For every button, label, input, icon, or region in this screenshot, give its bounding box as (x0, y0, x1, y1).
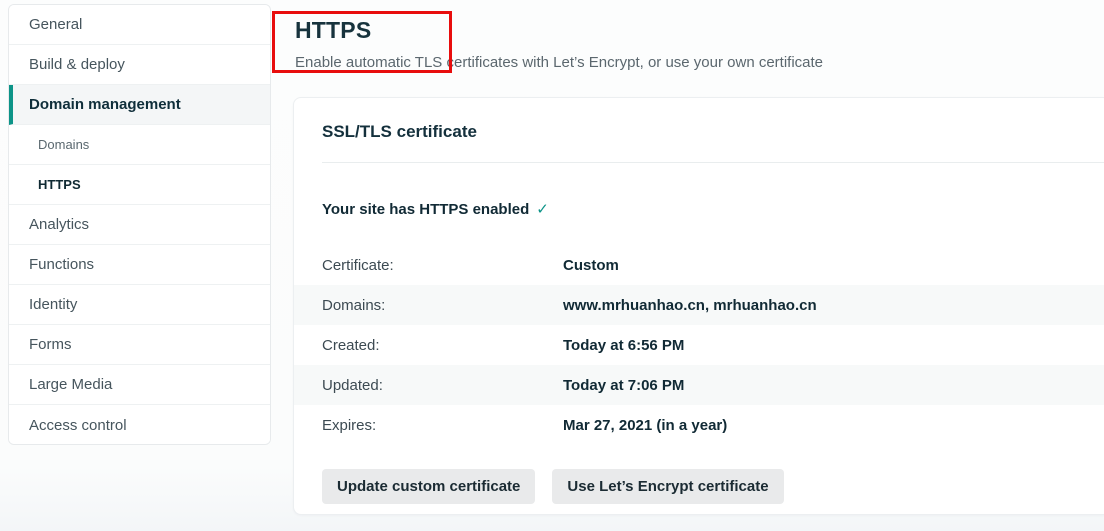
sidebar-item-domains[interactable]: Domains (9, 125, 270, 165)
sidebar-item-build-and-deploy[interactable]: Build & deploy (9, 45, 270, 85)
sidebar-item-analytics[interactable]: Analytics (9, 205, 270, 245)
settings-sidebar: General Build & deploy Domain management… (8, 4, 271, 445)
card-title: SSL/TLS certificate (322, 122, 1082, 142)
sidebar-item-identity[interactable]: Identity (9, 285, 270, 325)
sidebar-item-access-control[interactable]: Access control (9, 405, 270, 445)
row-value: Today at 6:56 PM (563, 337, 684, 354)
certificate-details-table: Certificate: Custom Domains: www.mrhuanh… (294, 245, 1104, 445)
certificate-actions: Update custom certificate Use Let’s Encr… (322, 469, 1082, 504)
sidebar-item-general[interactable]: General (9, 5, 270, 45)
row-label: Expires: (322, 417, 563, 434)
sidebar-item-domain-management[interactable]: Domain management (9, 85, 270, 125)
table-row-updated: Updated: Today at 7:06 PM (294, 365, 1104, 405)
card-divider (322, 162, 1104, 163)
https-status-line: Your site has HTTPS enabled ✓ (322, 200, 1082, 218)
update-custom-certificate-button[interactable]: Update custom certificate (322, 469, 535, 504)
table-row-domains: Domains: www.mrhuanhao.cn, mrhuanhao.cn (294, 285, 1104, 325)
ssl-tls-certificate-card: SSL/TLS certificate Your site has HTTPS … (293, 97, 1104, 515)
row-label: Updated: (322, 377, 563, 394)
table-row-created: Created: Today at 6:56 PM (294, 325, 1104, 365)
row-label: Certificate: (322, 257, 563, 274)
row-label: Created: (322, 337, 563, 354)
https-status-text: Your site has HTTPS enabled (322, 201, 529, 218)
table-row-certificate: Certificate: Custom (294, 245, 1104, 285)
page-title: HTTPS (295, 17, 371, 44)
row-label: Domains: (322, 297, 563, 314)
sidebar-item-https[interactable]: HTTPS (9, 165, 270, 205)
row-value: www.mrhuanhao.cn, mrhuanhao.cn (563, 297, 817, 314)
row-value: Mar 27, 2021 (in a year) (563, 417, 727, 434)
page-subtitle: Enable automatic TLS certificates with L… (295, 54, 823, 71)
row-value: Today at 7:06 PM (563, 377, 684, 394)
sidebar-item-forms[interactable]: Forms (9, 325, 270, 365)
sidebar-item-large-media[interactable]: Large Media (9, 365, 270, 405)
row-value: Custom (563, 257, 619, 274)
use-lets-encrypt-certificate-button[interactable]: Use Let’s Encrypt certificate (552, 469, 783, 504)
sidebar-item-functions[interactable]: Functions (9, 245, 270, 285)
table-row-expires: Expires: Mar 27, 2021 (in a year) (294, 405, 1104, 445)
check-icon: ✓ (536, 201, 549, 218)
